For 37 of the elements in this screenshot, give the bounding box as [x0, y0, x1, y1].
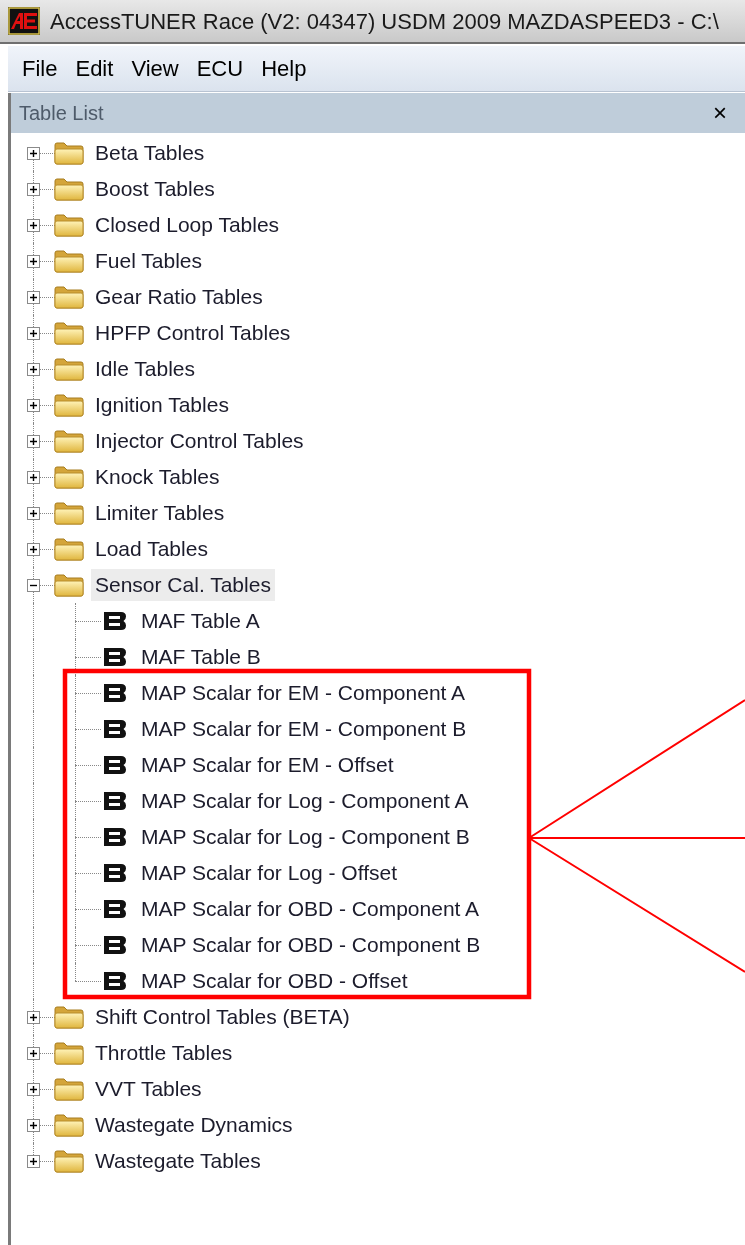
tree-item[interactable]: MAP Scalar for Log - Offset — [141, 857, 397, 889]
tree-item[interactable]: Limiter Tables — [91, 497, 229, 529]
tree-item[interactable]: VVT Tables — [91, 1073, 206, 1105]
tree-item[interactable]: Knock Tables — [91, 461, 224, 493]
tree-item[interactable]: Throttle Tables — [91, 1037, 237, 1069]
tree-item[interactable]: Load Tables — [91, 533, 212, 565]
tree-item[interactable]: MAF Table A — [141, 605, 260, 637]
tree-item[interactable]: Idle Tables — [91, 353, 200, 385]
tree-item[interactable]: MAP Scalar for OBD - Component B — [141, 929, 481, 961]
menu-item[interactable]: View — [125, 52, 185, 85]
tree-item[interactable]: MAP Scalar for EM - Component A — [141, 677, 466, 709]
tree-item[interactable]: Boost Tables — [91, 173, 219, 205]
tree-item[interactable]: MAP Scalar for Log - Component B — [141, 821, 470, 853]
tree-item[interactable]: Fuel Tables — [91, 245, 206, 277]
close-button[interactable]: × — [713, 101, 727, 125]
tree-item[interactable]: Gear Ratio Tables — [91, 281, 267, 313]
tree-item[interactable]: MAP Scalar for EM - Component B — [141, 713, 467, 745]
menu-item[interactable]: Help — [255, 52, 313, 85]
tree-item[interactable]: Closed Loop Tables — [91, 209, 284, 241]
tree-item[interactable]: Injector Control Tables — [91, 425, 308, 457]
panel-title: Table List — [19, 101, 104, 126]
tree-item[interactable]: MAP Scalar for OBD - Component A — [141, 893, 480, 925]
tree-item[interactable]: Beta Tables — [91, 137, 209, 169]
tree-item[interactable]: Shift Control Tables (BETA) — [91, 1001, 354, 1033]
tree-item[interactable]: HPFP Control Tables — [91, 317, 295, 349]
menu-item[interactable]: Edit — [69, 52, 120, 85]
tree-item[interactable]: Wastegate Dynamics — [91, 1109, 297, 1141]
window-title: AccessTUNER Race (V2: 04347) USDM 2009 MAZDASPEED3 - C:\ — [50, 7, 719, 36]
tree-item[interactable]: MAF Table B — [141, 641, 261, 673]
tree-item[interactable]: MAP Scalar for Log - Component A — [141, 785, 469, 817]
menu-item[interactable]: File — [16, 52, 64, 85]
tree-item[interactable]: Sensor Cal. Tables — [91, 569, 275, 601]
tree-item[interactable]: MAP Scalar for EM - Offset — [141, 749, 394, 781]
tree-item[interactable]: Ignition Tables — [91, 389, 233, 421]
tree-item[interactable]: MAP Scalar for OBD - Offset — [141, 965, 408, 997]
menu-item[interactable]: ECU — [190, 52, 250, 85]
tree-item[interactable]: Wastegate Tables — [91, 1145, 265, 1177]
